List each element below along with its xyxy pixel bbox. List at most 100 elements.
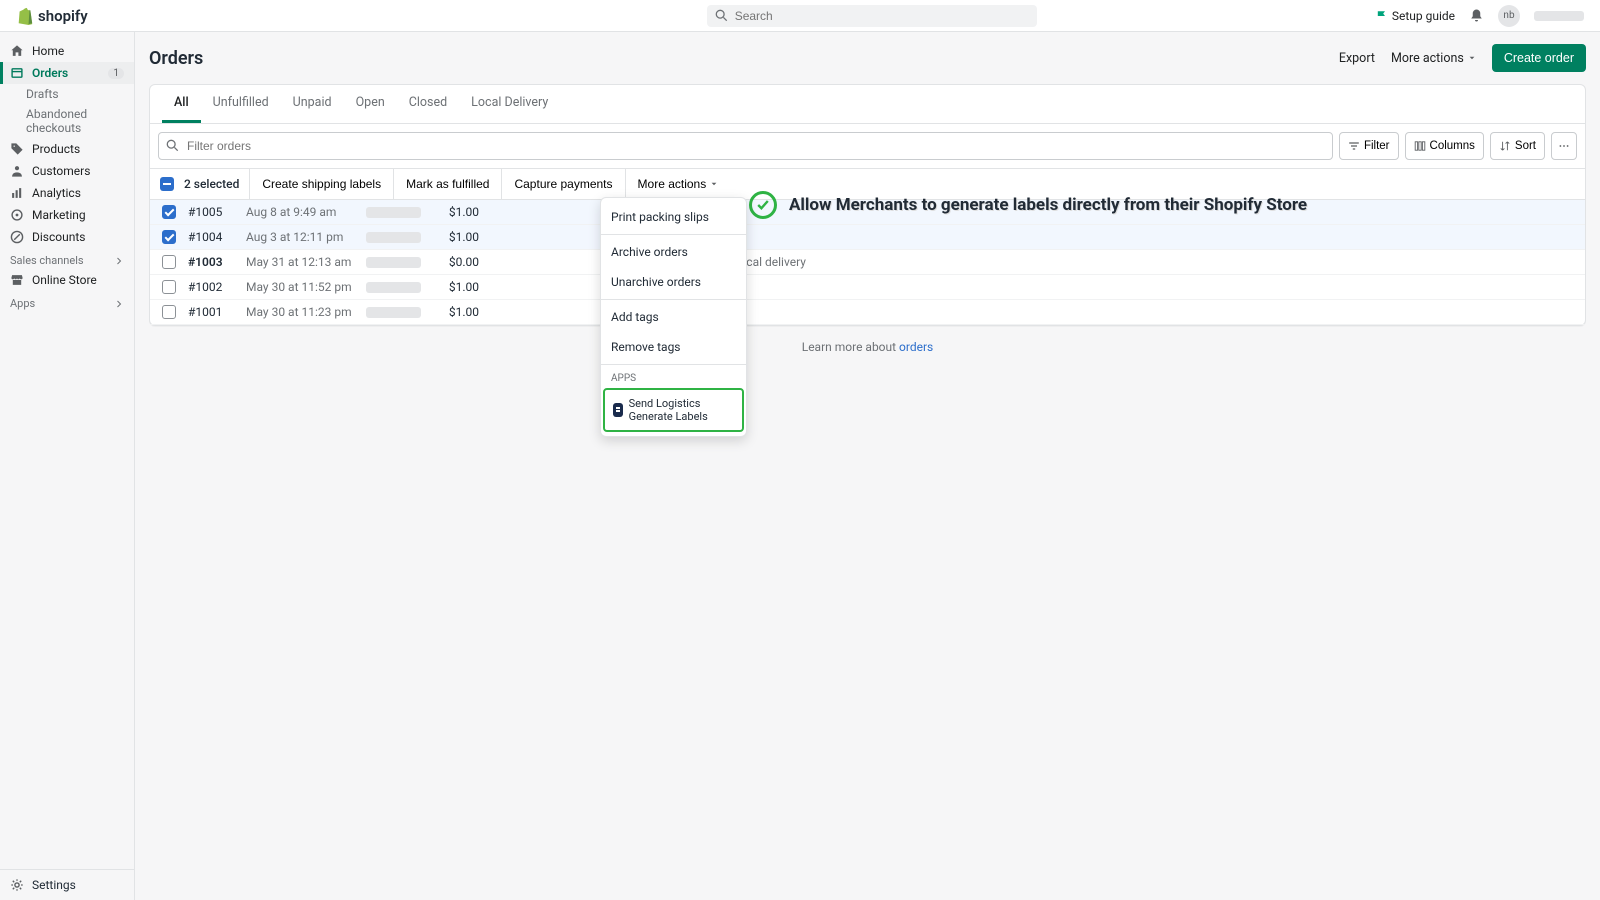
- capture-payments-button[interactable]: Capture payments: [501, 169, 624, 199]
- avatar[interactable]: nb: [1498, 5, 1520, 27]
- learn-more-link[interactable]: orders: [899, 340, 933, 354]
- more-actions-button[interactable]: More actions: [1391, 51, 1476, 66]
- filter-button[interactable]: Filter: [1339, 132, 1399, 160]
- discount-icon: [10, 230, 24, 244]
- dd-apps-header: APPS: [601, 367, 746, 388]
- dd-app-send-logistics[interactable]: Send Logistics Generate Labels: [603, 388, 744, 432]
- topbar: shopify Setup guide nb: [0, 0, 1600, 32]
- app-icon: [613, 403, 623, 417]
- overflow-button[interactable]: [1551, 132, 1577, 160]
- bulk-action-bar: 2 selected Create shipping labels Mark a…: [150, 168, 1585, 200]
- sidebar-item-online-store[interactable]: Online Store: [0, 269, 134, 291]
- sidebar-item-customers[interactable]: Customers: [0, 160, 134, 182]
- tab-open[interactable]: Open: [344, 85, 397, 123]
- row-checkbox[interactable]: [162, 230, 176, 244]
- brand-text: shopify: [38, 7, 88, 25]
- main-content: Orders Export More actions Create order …: [135, 32, 1600, 900]
- sidebar-item-home[interactable]: Home: [0, 40, 134, 62]
- create-order-button[interactable]: Create order: [1492, 44, 1586, 72]
- learn-more-text: Learn more about orders: [149, 326, 1586, 368]
- dd-remove-tags[interactable]: Remove tags: [601, 332, 746, 362]
- order-total: $1.00: [436, 280, 491, 294]
- flag-icon: [1376, 10, 1388, 22]
- customer-redacted: [366, 257, 421, 268]
- orders-badge: 1: [108, 68, 124, 79]
- table-row[interactable]: #1002May 30 at 11:52 pm$1.00em: [150, 275, 1585, 300]
- customer-redacted: [366, 282, 421, 293]
- tab-all[interactable]: All: [162, 85, 201, 123]
- tab-unfulfilled[interactable]: Unfulfilled: [201, 85, 281, 123]
- shopify-bag-icon: [16, 7, 34, 25]
- target-icon: [10, 208, 24, 222]
- sort-button[interactable]: Sort: [1490, 132, 1545, 160]
- row-checkbox[interactable]: [162, 255, 176, 269]
- search-input[interactable]: [707, 5, 1037, 27]
- order-total: $1.00: [436, 205, 491, 219]
- checkmark-circle-icon: [749, 191, 777, 219]
- order-total: $1.00: [436, 305, 491, 319]
- dd-print-packing-slips[interactable]: Print packing slips: [601, 202, 746, 232]
- order-id: #1005: [188, 205, 246, 219]
- person-icon: [10, 164, 24, 178]
- selected-count: 2 selected: [184, 177, 249, 191]
- setup-guide-link[interactable]: Setup guide: [1376, 9, 1455, 23]
- dd-archive-orders[interactable]: Archive orders: [601, 237, 746, 267]
- search-icon: [166, 139, 179, 152]
- caret-down-icon: [710, 180, 718, 188]
- sidebar-item-drafts[interactable]: Drafts: [0, 84, 134, 104]
- tab-unpaid[interactable]: Unpaid: [281, 85, 344, 123]
- export-button[interactable]: Export: [1339, 51, 1375, 66]
- row-checkbox[interactable]: [162, 280, 176, 294]
- row-checkbox[interactable]: [162, 205, 176, 219]
- bulk-more-actions-button[interactable]: More actions: [625, 169, 731, 199]
- order-date: Aug 8 at 9:49 am: [246, 205, 366, 219]
- store-name-redacted: [1534, 11, 1584, 21]
- create-shipping-labels-button[interactable]: Create shipping labels: [249, 169, 393, 199]
- chevron-right-icon[interactable]: [114, 256, 124, 266]
- bell-icon[interactable]: [1469, 8, 1484, 23]
- columns-icon: [1414, 140, 1426, 152]
- order-date: May 31 at 12:13 am: [246, 255, 366, 269]
- filter-orders-input[interactable]: [158, 132, 1333, 160]
- sidebar-item-abandoned[interactable]: Abandoned checkouts: [0, 104, 134, 138]
- tab-local-delivery[interactable]: Local Delivery: [459, 85, 560, 123]
- store-icon: [10, 273, 24, 287]
- dd-unarchive-orders[interactable]: Unarchive orders: [601, 267, 746, 297]
- sidebar-item-discounts[interactable]: Discounts: [0, 226, 134, 248]
- bulk-actions-dropdown: Print packing slips Archive orders Unarc…: [600, 197, 747, 437]
- tab-closed[interactable]: Closed: [397, 85, 459, 123]
- dd-add-tags[interactable]: Add tags: [601, 302, 746, 332]
- annotation-overlay: Allow Merchants to generate labels direc…: [749, 191, 1307, 219]
- columns-button[interactable]: Columns: [1405, 132, 1484, 160]
- gear-icon: [10, 878, 24, 892]
- global-search: [707, 5, 1037, 27]
- table-row[interactable]: #1001May 30 at 11:23 pm$1.00em: [150, 300, 1585, 325]
- table-row[interactable]: #1004Aug 3 at 12:11 pm$1.00em: [150, 225, 1585, 250]
- mark-fulfilled-button[interactable]: Mark as fulfilled: [393, 169, 501, 199]
- sort-icon: [1499, 140, 1511, 152]
- order-date: Aug 3 at 12:11 pm: [246, 230, 366, 244]
- page-title: Orders: [149, 48, 203, 69]
- order-date: May 30 at 11:23 pm: [246, 305, 366, 319]
- sidebar-item-settings[interactable]: Settings: [0, 869, 134, 900]
- sidebar: Home Orders 1 Drafts Abandoned checkouts…: [0, 32, 135, 900]
- sidebar-item-analytics[interactable]: Analytics: [0, 182, 134, 204]
- select-all-checkbox[interactable]: [160, 177, 174, 191]
- filter-icon: [1348, 140, 1360, 152]
- dots-icon: [1558, 140, 1570, 152]
- row-checkbox[interactable]: [162, 305, 176, 319]
- chevron-right-icon[interactable]: [114, 299, 124, 309]
- order-date: May 30 at 11:52 pm: [246, 280, 366, 294]
- order-id: #1002: [188, 280, 246, 294]
- orders-card: AllUnfulfilledUnpaidOpenClosedLocal Deli…: [149, 84, 1586, 326]
- sidebar-item-products[interactable]: Products: [0, 138, 134, 160]
- customer-redacted: [366, 307, 421, 318]
- annotation-text: Allow Merchants to generate labels direc…: [789, 194, 1307, 216]
- sidebar-item-marketing[interactable]: Marketing: [0, 204, 134, 226]
- table-row[interactable]: #1003May 31 at 12:13 am$0.00emLocal deli…: [150, 250, 1585, 275]
- home-icon: [10, 44, 24, 58]
- orders-icon: [10, 66, 24, 80]
- search-icon: [715, 9, 728, 22]
- sidebar-item-orders[interactable]: Orders 1: [0, 62, 134, 84]
- shopify-logo[interactable]: shopify: [16, 7, 88, 25]
